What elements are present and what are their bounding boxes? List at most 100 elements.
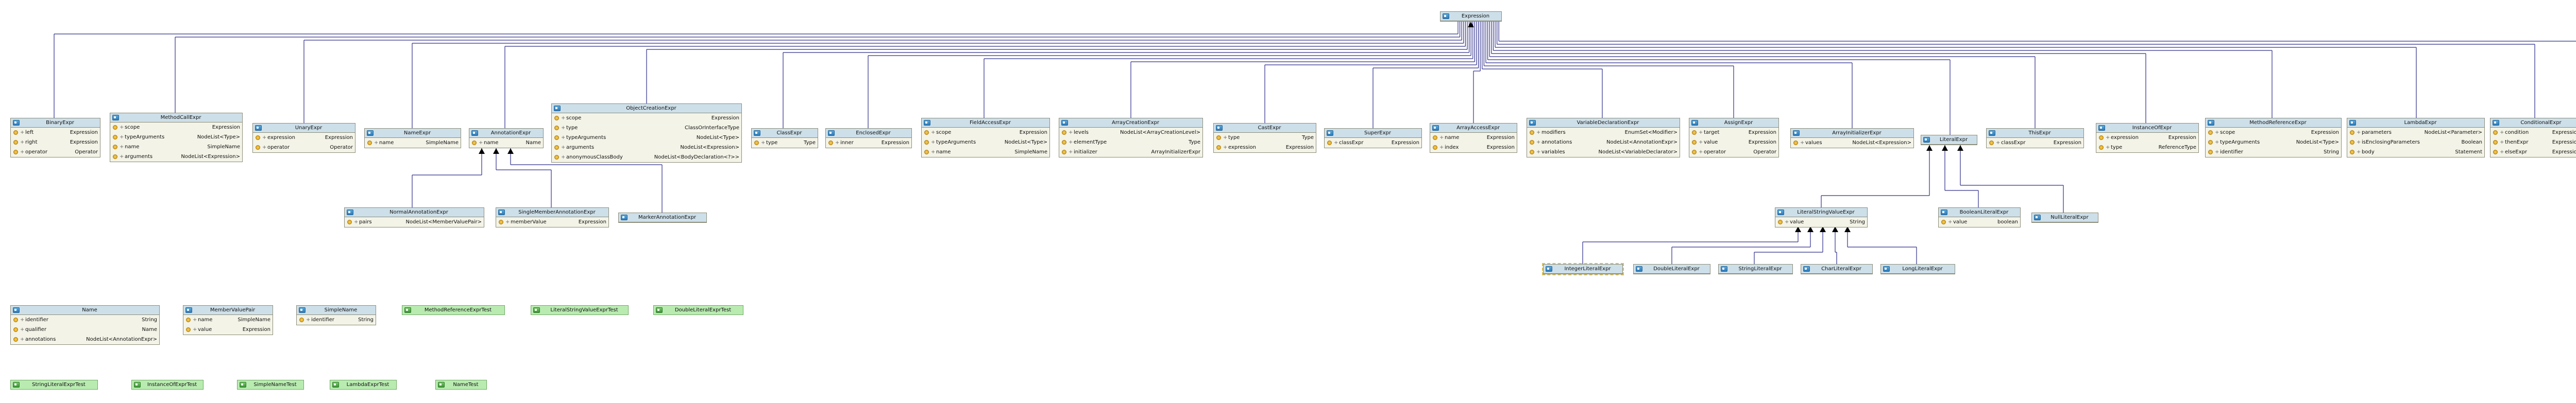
field-row[interactable]: + scope Expression: [552, 113, 741, 123]
class-array-creation-expr[interactable]: ArrayCreationExpr + levels NodeList<ArrayCr…: [1059, 118, 1203, 157]
test-method-reference-expr-test[interactable]: MethodReferenceExprTest: [402, 305, 505, 315]
class-member-value-pair[interactable]: MemberValuePair + name SimpleName + value Expr…: [183, 305, 273, 335]
class-this-expr[interactable]: ThisExpr + classExpr Expression: [1986, 128, 2084, 148]
class-lambda-expr[interactable]: LambdaExpr + parameters NodeList<Parameter>…: [2347, 118, 2485, 157]
class-literal-string-value-expr[interactable]: LiteralStringValueExpr + value String: [1775, 207, 1868, 227]
field-row[interactable]: + type ReferenceType: [2096, 143, 2198, 152]
field-row[interactable]: + right Expression: [11, 137, 100, 147]
field-row[interactable]: + pairs NodeList<MemberValuePair>: [345, 217, 484, 227]
field-row[interactable]: + inner Expression: [826, 138, 911, 148]
field-row[interactable]: +thenExpr Expression: [2490, 137, 2576, 147]
field-row[interactable]: + left Expression: [11, 128, 100, 137]
field-row[interactable]: + scope Expression: [110, 122, 242, 132]
class-name-expr[interactable]: NameExpr + name SimpleName: [364, 128, 461, 148]
field-row[interactable]: + operator Operator: [253, 143, 355, 152]
field-row[interactable]: + scope Expression: [922, 128, 1049, 137]
class-method-reference-expr[interactable]: MethodReferenceExpr + scope Expression + type…: [2205, 118, 2342, 157]
class-name[interactable]: Name + identifier String + qualifier Name + anno…: [10, 305, 160, 345]
field-row[interactable]: + identifier String: [297, 315, 376, 325]
field-row[interactable]: + identifier String: [11, 315, 159, 325]
field-row[interactable]: + name Expression: [1430, 133, 1517, 143]
field-row[interactable]: + classExpr Expression: [1987, 138, 2083, 148]
field-row[interactable]: + value boolean: [1939, 217, 2020, 227]
class-super-expr[interactable]: SuperExpr + classExpr Expression: [1324, 128, 1422, 148]
field-row[interactable]: + name SimpleName: [110, 142, 242, 152]
class-method-call-expr[interactable]: MethodCallExpr + scope Expression + typeArgum…: [110, 113, 243, 162]
class-class-expr[interactable]: ClassExpr + type Type: [751, 128, 818, 148]
test-simple-name-test[interactable]: SimpleNameTest: [237, 380, 304, 390]
field-row[interactable]: + modifiers EnumSet<Modifier>: [1527, 128, 1680, 137]
class-boolean-literal-expr[interactable]: BooleanLiteralExpr + value boolean: [1938, 207, 2021, 227]
field-row[interactable]: + qualifier Name: [11, 325, 159, 335]
field-row[interactable]: + body Statement: [2347, 147, 2484, 157]
field-row[interactable]: + initializer ArrayInitializerExpr: [1059, 147, 1202, 157]
class-array-initializer-expr[interactable]: ArrayInitializerExpr + values NodeList<Expr…: [1790, 128, 1914, 148]
class-string-literal-expr[interactable]: StringLiteralExpr: [1718, 264, 1793, 274]
class-assign-expr[interactable]: AssignExpr + target Expression + value Express…: [1689, 118, 1779, 157]
field-row[interactable]: + scope Expression: [2206, 128, 2341, 137]
class-instance-of-expr[interactable]: InstanceOfExpr + expression Expression + type…: [2096, 123, 2199, 153]
class-array-access-expr[interactable]: ArrayAccessExpr + name Expression + index Expr…: [1430, 123, 1517, 153]
class-unary-expr[interactable]: UnaryExpr + expression Expression + operator O…: [252, 123, 355, 153]
field-row[interactable]: + name Name: [469, 138, 543, 148]
field-row[interactable]: + name SimpleName: [922, 147, 1049, 157]
field-row[interactable]: + operator Operator: [11, 147, 100, 157]
class-simple-name[interactable]: SimpleName + identifier String: [296, 305, 376, 325]
field-row[interactable]: + annotations NodeList<AnnotationExpr>: [11, 335, 159, 344]
field-row[interactable]: + classExpr Expression: [1325, 138, 1421, 148]
class-integer-literal-expr[interactable]: IntegerLiteralExpr: [1542, 263, 1624, 275]
field-row[interactable]: + expression Expression: [253, 133, 355, 143]
class-double-literal-expr[interactable]: DoubleLiteralExpr: [1633, 264, 1710, 274]
class-expression[interactable]: Expression: [1440, 11, 1502, 22]
test-lambda-expr-test[interactable]: LambdaExprTest: [330, 380, 397, 390]
class-annotation-expr[interactable]: AnnotationExpr + name Name: [469, 128, 544, 148]
field-row[interactable]: + arguments NodeList<Expression>: [110, 152, 242, 162]
field-row[interactable]: + elementType Type: [1059, 137, 1202, 147]
field-row[interactable]: +condition Expression: [2490, 128, 2576, 137]
class-cast-expr[interactable]: CastExpr + type Type + expression Expression: [1213, 123, 1316, 153]
class-normal-annotation-expr[interactable]: NormalAnnotationExpr + pairs NodeList<Membe…: [344, 207, 484, 227]
field-row[interactable]: + expression Expression: [2096, 133, 2198, 143]
field-row[interactable]: + values NodeList<Expression>: [1791, 138, 1913, 148]
class-enclosed-expr[interactable]: EnclosedExpr + inner Expression: [825, 128, 912, 148]
class-binary-expr[interactable]: BinaryExpr + left Expression + right Expressio…: [10, 118, 100, 157]
class-field-access-expr[interactable]: FieldAccessExpr + scope Expression + typeArgu…: [921, 118, 1050, 157]
field-row[interactable]: + target Expression: [1689, 128, 1778, 137]
class-variable-declaration-expr[interactable]: VariableDeclarationExpr + modifiers EnumSet…: [1527, 118, 1680, 157]
field-row[interactable]: + parameters NodeList<Parameter>: [2347, 128, 2484, 137]
field-row[interactable]: + levels NodeList<ArrayCreationLevel>: [1059, 128, 1202, 137]
field-row[interactable]: + index Expression: [1430, 143, 1517, 152]
field-row[interactable]: + identifier String: [2206, 147, 2341, 157]
class-char-literal-expr[interactable]: CharLiteralExpr: [1801, 264, 1873, 274]
field-row[interactable]: + type ClassOrInterfaceType: [552, 123, 741, 133]
class-null-literal-expr[interactable]: NullLiteralExpr: [2031, 213, 2098, 223]
class-conditional-expr[interactable]: ConditionalExpr+conditionExpression+then…: [2490, 118, 2576, 157]
field-row[interactable]: + expression Expression: [1214, 143, 1316, 152]
field-row[interactable]: + memberValue Expression: [496, 217, 608, 227]
class-marker-annotation-expr[interactable]: MarkerAnnotationExpr: [618, 213, 707, 223]
field-row[interactable]: + name SimpleName: [183, 315, 273, 325]
class-object-creation-expr[interactable]: ObjectCreationExpr + scope Expression + type C…: [551, 103, 742, 163]
field-row[interactable]: + isEnclosingParameters Boolean: [2347, 137, 2484, 147]
field-row[interactable]: + typeArguments NodeList<Type>: [552, 133, 741, 143]
test-literal-string-value-expr-test[interactable]: LiteralStringValueExprTest: [531, 305, 629, 315]
test-instance-of-expr-test[interactable]: InstanceOfExprTest: [131, 380, 204, 390]
field-row[interactable]: + typeArguments NodeList<Type>: [922, 137, 1049, 147]
field-row[interactable]: +elseExpr Expression: [2490, 147, 2576, 157]
class-single-member-annotation-expr[interactable]: SingleMemberAnnotationExpr + memberValue Ex…: [496, 207, 609, 227]
test-double-literal-expr-test[interactable]: DoubleLiteralExprTest: [653, 305, 743, 315]
field-row[interactable]: + value Expression: [183, 325, 273, 335]
test-name-test[interactable]: NameTest: [435, 380, 487, 390]
class-literal-expr[interactable]: LiteralExpr: [1921, 135, 1977, 145]
field-row[interactable]: + typeArguments NodeList<Type>: [110, 132, 242, 142]
class-long-literal-expr[interactable]: LongLiteralExpr: [1880, 264, 1955, 274]
test-string-literal-expr-test[interactable]: StringLiteralExprTest: [10, 380, 98, 390]
field-row[interactable]: + anonymousClassBody NodeList<BodyDeclarat…: [552, 152, 741, 162]
field-row[interactable]: + operator Operator: [1689, 147, 1778, 157]
field-row[interactable]: + value Expression: [1689, 137, 1778, 147]
field-row[interactable]: + name SimpleName: [365, 138, 461, 148]
field-row[interactable]: + variables NodeList<VariableDeclarator>: [1527, 147, 1680, 157]
field-row[interactable]: + type Type: [752, 138, 818, 148]
field-row[interactable]: + arguments NodeList<Expression>: [552, 143, 741, 152]
field-row[interactable]: + type Type: [1214, 133, 1316, 143]
